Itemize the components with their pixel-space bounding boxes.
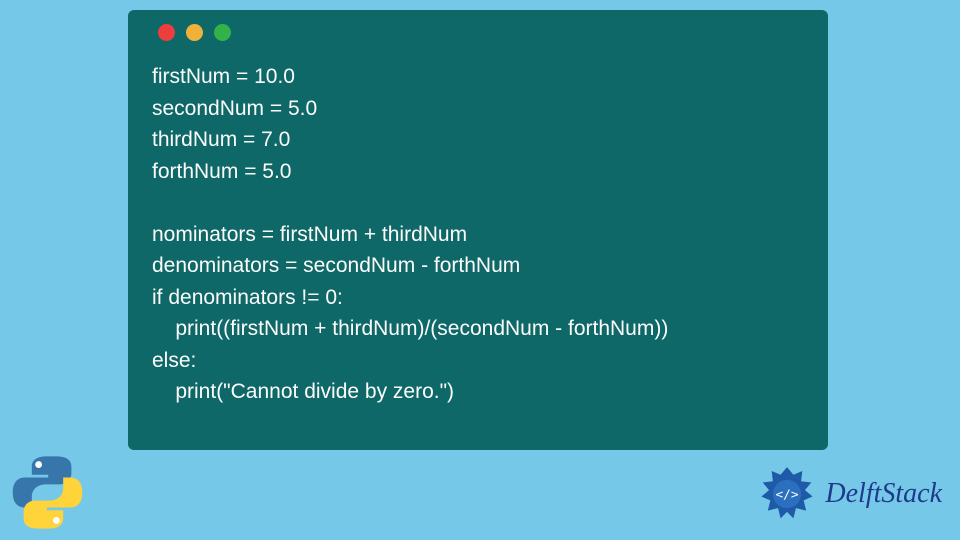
brand: </> DelftStack: [755, 462, 942, 526]
svg-text:</>: </>: [776, 487, 799, 502]
code-block: firstNum = 10.0 secondNum = 5.0 thirdNum…: [152, 61, 804, 408]
window-traffic-lights: [158, 24, 804, 41]
maximize-icon: [214, 24, 231, 41]
brand-name: DelftStack: [825, 478, 942, 510]
brand-badge-icon: </>: [755, 462, 819, 526]
minimize-icon: [186, 24, 203, 41]
python-logo-icon: [10, 455, 85, 530]
close-icon: [158, 24, 175, 41]
code-window: firstNum = 10.0 secondNum = 5.0 thirdNum…: [128, 10, 828, 450]
